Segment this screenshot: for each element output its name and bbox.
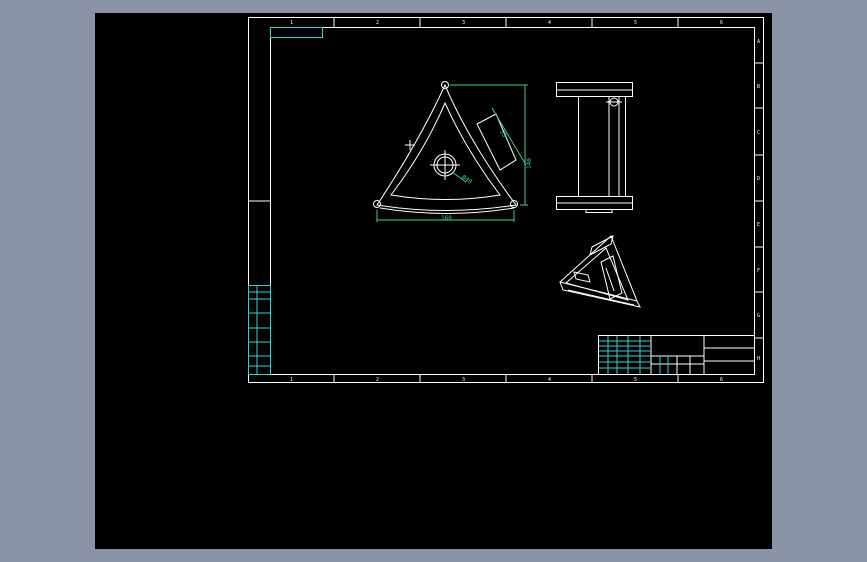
dim-hole-diameter: Ø40 — [460, 174, 473, 186]
zone-bottom-5: 5 — [634, 377, 637, 383]
title-block — [598, 335, 755, 375]
zone-right-e: E — [757, 222, 760, 228]
zone-top-5: 5 — [634, 20, 637, 26]
corner-hole-left — [373, 200, 381, 208]
cad-viewport[interactable]: 1 2 3 4 5 6 1 2 3 4 5 6 A B C D E F G H — [95, 13, 772, 549]
zone-top-6: 6 — [720, 20, 723, 26]
zone-ticks-bottom — [333, 374, 679, 383]
zone-right-a: A — [757, 39, 760, 45]
dim-line-slot — [491, 107, 527, 166]
zone-top-3: 3 — [462, 20, 465, 26]
zone-bottom-4: 4 — [548, 377, 551, 383]
sheet-outer-border — [248, 17, 764, 383]
zone-top-1: 1 — [290, 20, 293, 26]
zone-bottom-2: 2 — [376, 377, 379, 383]
zone-right-b: B — [757, 84, 760, 90]
zone-right-h: H — [757, 356, 760, 362]
side-view[interactable] — [556, 82, 633, 213]
zone-right-f: F — [757, 268, 760, 274]
dimensions — [376, 84, 528, 222]
zone-bottom-1: 1 — [290, 377, 293, 383]
reference-box — [270, 27, 323, 38]
isometric-view[interactable] — [558, 235, 641, 308]
side-slot — [476, 113, 517, 171]
drawing-canvas[interactable]: 1 2 3 4 5 6 1 2 3 4 5 6 A B C D E F G H — [95, 13, 772, 549]
zone-top-4: 4 — [548, 20, 551, 26]
zone-bottom-6: 6 — [720, 377, 723, 383]
zone-bottom-3: 3 — [462, 377, 465, 383]
zone-right-c: C — [757, 130, 760, 136]
zone-right-g: G — [757, 313, 760, 319]
dim-right-height: 140 — [526, 158, 533, 169]
zone-top-2: 2 — [376, 20, 379, 26]
front-view[interactable] — [373, 81, 518, 214]
left-side-table — [248, 285, 271, 375]
plate-outer-outline — [376, 83, 517, 211]
zone-right-d: D — [757, 176, 760, 182]
dim-bottom-width: 160 — [441, 215, 452, 222]
zone-ticks-top — [333, 17, 679, 28]
